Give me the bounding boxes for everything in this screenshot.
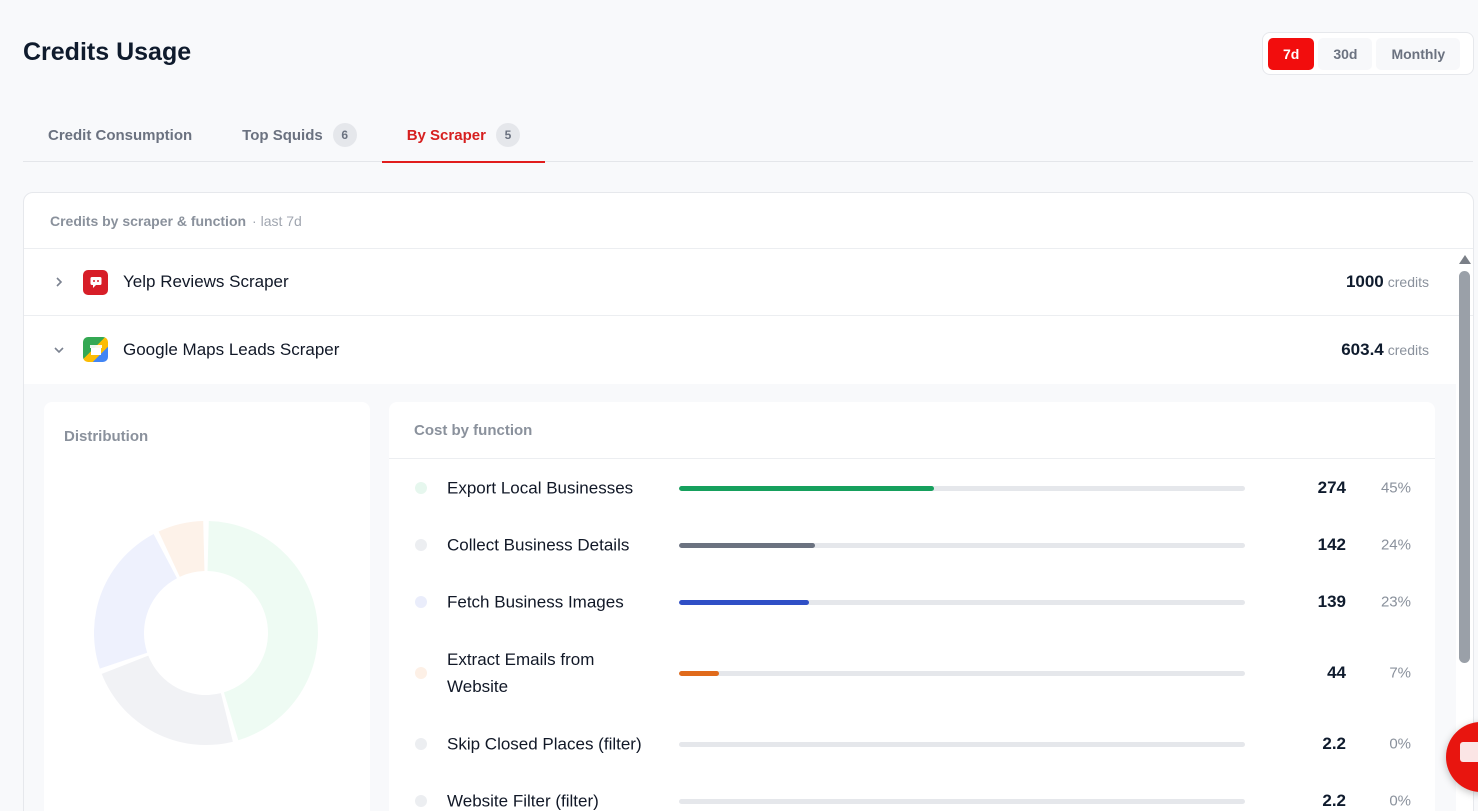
function-color-dot: [415, 481, 427, 494]
scroll-thumb[interactable]: [1459, 271, 1470, 663]
tab-label: Credit Consumption: [48, 126, 193, 144]
scraper-name: Yelp Reviews Scraper: [123, 272, 289, 291]
function-bar-fill: [679, 670, 719, 676]
function-bar-track: [679, 798, 1245, 804]
function-color-dot: [415, 737, 427, 750]
scraper-row-google-maps[interactable]: Google Maps Leads Scraper 603.4 credits: [24, 316, 1473, 383]
page: Credits Usage 7d 30d Monthly Credit Cons…: [0, 0, 1478, 811]
card-title: Credits by scraper & function: [50, 212, 247, 229]
function-bar-track: [679, 741, 1245, 747]
tab-bar: Credit Consumption Top Squids 6 By Scrap…: [23, 108, 1473, 163]
function-row: Export Local Businesses 274 45%: [389, 459, 1435, 516]
donut-slice: [94, 533, 178, 669]
range-selector: 7d 30d Monthly: [1262, 32, 1474, 75]
function-name: Export Local Businesses: [447, 478, 634, 497]
function-list: Export Local Businesses 274 45% Collect Bus…: [389, 459, 1435, 811]
function-percent: 7%: [1389, 664, 1411, 681]
function-credits: 44: [1327, 662, 1346, 682]
tab-by-scraper[interactable]: By Scraper 5: [381, 108, 546, 163]
function-name: Extract Emails from Website: [447, 649, 595, 696]
function-name: Skip Closed Places (filter): [447, 734, 642, 753]
function-bar-track: [679, 542, 1245, 548]
scraper-credits: 603.4 credits: [1341, 340, 1429, 360]
tab-top-squids[interactable]: Top Squids 6: [217, 108, 382, 162]
page-title: Credits Usage: [23, 38, 192, 66]
function-bar-track: [679, 599, 1245, 605]
function-name: Fetch Business Images: [447, 592, 624, 611]
credits-value: 603.4: [1341, 339, 1384, 359]
function-percent: 0%: [1389, 792, 1411, 809]
function-percent: 24%: [1380, 536, 1411, 553]
function-credits: 2.2: [1322, 733, 1346, 753]
tab-label: By Scraper: [406, 126, 486, 144]
function-percent: 0%: [1389, 735, 1411, 752]
range-monthly-button[interactable]: Monthly: [1376, 37, 1461, 70]
donut-slice: [101, 655, 233, 745]
count-badge: 6: [332, 123, 357, 147]
function-bar-fill: [679, 485, 934, 491]
card-subtitle: · last 7d: [252, 212, 302, 229]
distribution-donut-chart: [94, 521, 318, 745]
cost-by-function-panel: Cost by function Export Local Businesses…: [389, 402, 1435, 811]
function-credits: 142: [1317, 534, 1346, 554]
credits-unit: credits: [1387, 274, 1429, 290]
function-color-dot: [415, 595, 427, 608]
distribution-title: Distribution: [64, 428, 149, 445]
function-bar-fill: [679, 542, 815, 548]
function-bar-fill: [679, 599, 810, 605]
yelp-icon: [83, 269, 108, 295]
card-header: Credits by scraper & function · last 7d: [24, 193, 1473, 249]
function-percent: 45%: [1380, 479, 1411, 496]
function-bar-track: [679, 670, 1245, 676]
function-row: Collect Business Details 142 24%: [389, 516, 1435, 573]
scraper-details: Distribution Cost by function Export Loc…: [24, 384, 1456, 811]
distribution-panel: Distribution: [44, 402, 370, 811]
range-7d-button[interactable]: 7d: [1268, 37, 1315, 70]
function-color-dot: [415, 538, 427, 551]
function-name: Collect Business Details: [447, 535, 630, 554]
function-name: Website Filter (filter): [447, 791, 599, 810]
count-badge: 5: [495, 123, 520, 147]
scraper-name: Google Maps Leads Scraper: [123, 339, 340, 359]
function-color-dot: [415, 794, 427, 807]
scroll-up-arrow-icon[interactable]: [1459, 255, 1471, 264]
function-percent: 23%: [1380, 593, 1411, 610]
credits-by-scraper-card: Credits by scraper & function · last 7d …: [23, 192, 1474, 811]
function-credits: 139: [1317, 591, 1346, 611]
function-bar-track: [679, 485, 1245, 491]
range-30d-button[interactable]: 30d: [1318, 37, 1373, 70]
function-credits: 2.2: [1322, 790, 1346, 810]
tab-label: Top Squids: [242, 126, 323, 144]
credits-unit: credits: [1387, 341, 1429, 358]
function-credits: 274: [1317, 477, 1346, 497]
function-row: Skip Closed Places (filter) 2.2 0%: [389, 715, 1435, 772]
cost-by-function-title: Cost by function: [389, 402, 1435, 459]
function-row: Fetch Business Images 139 23%: [389, 573, 1435, 630]
scraper-row-yelp[interactable]: Yelp Reviews Scraper 1000 credits: [24, 249, 1473, 316]
function-row: Website Filter (filter) 2.2 0%: [389, 772, 1435, 811]
google-maps-icon: [83, 337, 108, 362]
function-color-dot: [415, 666, 427, 679]
scraper-credits: 1000 credits: [1346, 272, 1429, 292]
chevron-right-icon[interactable]: [52, 275, 66, 289]
credits-value: 1000: [1345, 272, 1384, 291]
chat-icon: [1460, 742, 1478, 762]
tab-credit-consumption[interactable]: Credit Consumption: [23, 108, 217, 162]
function-row: Extract Emails from Website 44 7%: [389, 630, 1435, 715]
chevron-down-icon[interactable]: [52, 343, 66, 357]
